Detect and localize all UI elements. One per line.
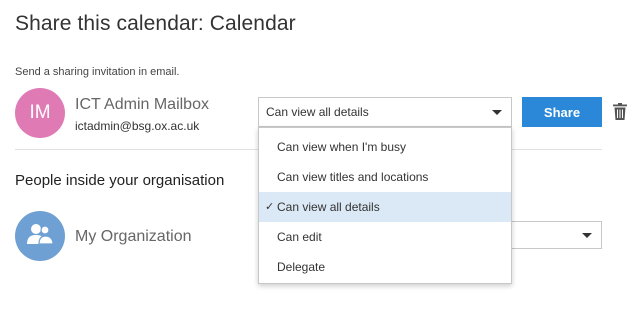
recipient-email: ictadmin@bsg.ox.ac.uk [75, 119, 200, 133]
chevron-down-icon [582, 233, 592, 238]
dropdown-option-selected[interactable]: ✓ Can view all details [259, 192, 511, 222]
option-label: Delegate [277, 260, 326, 274]
permission-dropdown: Can view when I'm busy Can view titles a… [258, 127, 512, 284]
recipient-avatar: IM [15, 88, 65, 138]
recipient-name: ICT Admin Mailbox [75, 96, 209, 113]
people-icon [25, 222, 55, 251]
permission-select-value: Can view all details [266, 105, 369, 119]
dropdown-option[interactable]: Delegate [259, 252, 511, 282]
option-label: Can view all details [277, 200, 380, 214]
permission-select[interactable]: Can view all details [258, 97, 512, 127]
share-button[interactable]: Share [522, 97, 602, 127]
dropdown-option[interactable]: Can view titles and locations [259, 162, 511, 192]
organisation-name: My Organization [75, 228, 192, 245]
option-label: Can view when I'm busy [277, 140, 407, 154]
dialog-subtitle: Send a sharing invitation in email. [15, 66, 180, 78]
dropdown-option[interactable]: Can view when I'm busy [259, 132, 511, 162]
organisation-permission-select[interactable] [500, 221, 602, 249]
organisation-avatar [15, 211, 65, 261]
dialog-title: Share this calendar: Calendar [15, 12, 296, 35]
option-label: Can view titles and locations [277, 170, 429, 184]
trash-icon[interactable] [613, 103, 627, 120]
checkmark-icon: ✓ [265, 201, 275, 213]
chevron-down-icon [492, 110, 502, 115]
dropdown-option[interactable]: Can edit [259, 222, 511, 252]
option-label: Can edit [277, 230, 322, 244]
section-title: People inside your organisation [15, 172, 225, 189]
